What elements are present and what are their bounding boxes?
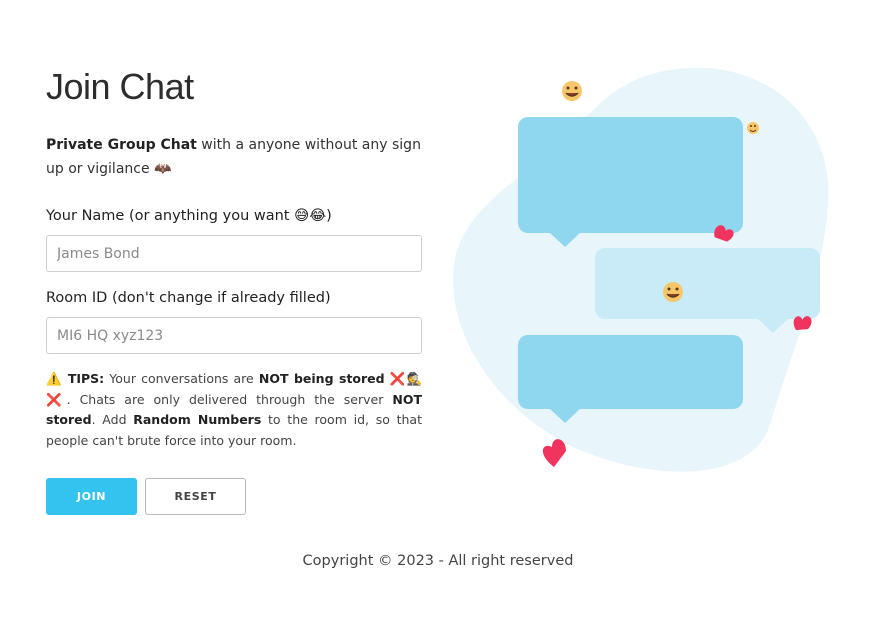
room-input-wrapper xyxy=(46,317,422,354)
intro-bold: Private Group Chat xyxy=(46,137,197,153)
name-label: Your Name (or anything you want 😅😂) xyxy=(46,208,332,224)
tips-label: TIPS: xyxy=(67,371,105,386)
intro-text: Private Group Chat with a anyone without… xyxy=(46,133,426,181)
footer-copyright: Copyright © 2023 - All right reserved xyxy=(302,553,574,569)
smiley-icon-2 xyxy=(747,122,759,134)
name-input[interactable] xyxy=(47,236,421,271)
heart-icon-3 xyxy=(542,439,566,467)
room-input[interactable] xyxy=(47,318,421,353)
room-label: Room ID (don't change if already filled) xyxy=(46,290,331,306)
tips-text-1: Your conversations are xyxy=(104,371,259,386)
name-input-wrapper xyxy=(46,235,422,272)
smiley-icon-3 xyxy=(663,282,683,302)
page-title: Join Chat xyxy=(46,66,194,107)
warning-icon: ⚠️ xyxy=(46,371,63,386)
join-button[interactable]: JOIN xyxy=(46,478,137,515)
tips-text: ⚠️ TIPS: Your conversations are NOT bein… xyxy=(46,369,422,451)
chat-illustration xyxy=(453,67,829,472)
tips-text-3: . Add xyxy=(91,412,134,427)
chat-bubble-1 xyxy=(518,117,743,247)
tips-bold-3: Random Numbers xyxy=(133,412,262,427)
reset-button[interactable]: RESET xyxy=(145,478,246,515)
smiley-icon-1 xyxy=(562,81,582,101)
tips-bold-1: NOT being stored xyxy=(258,371,385,386)
